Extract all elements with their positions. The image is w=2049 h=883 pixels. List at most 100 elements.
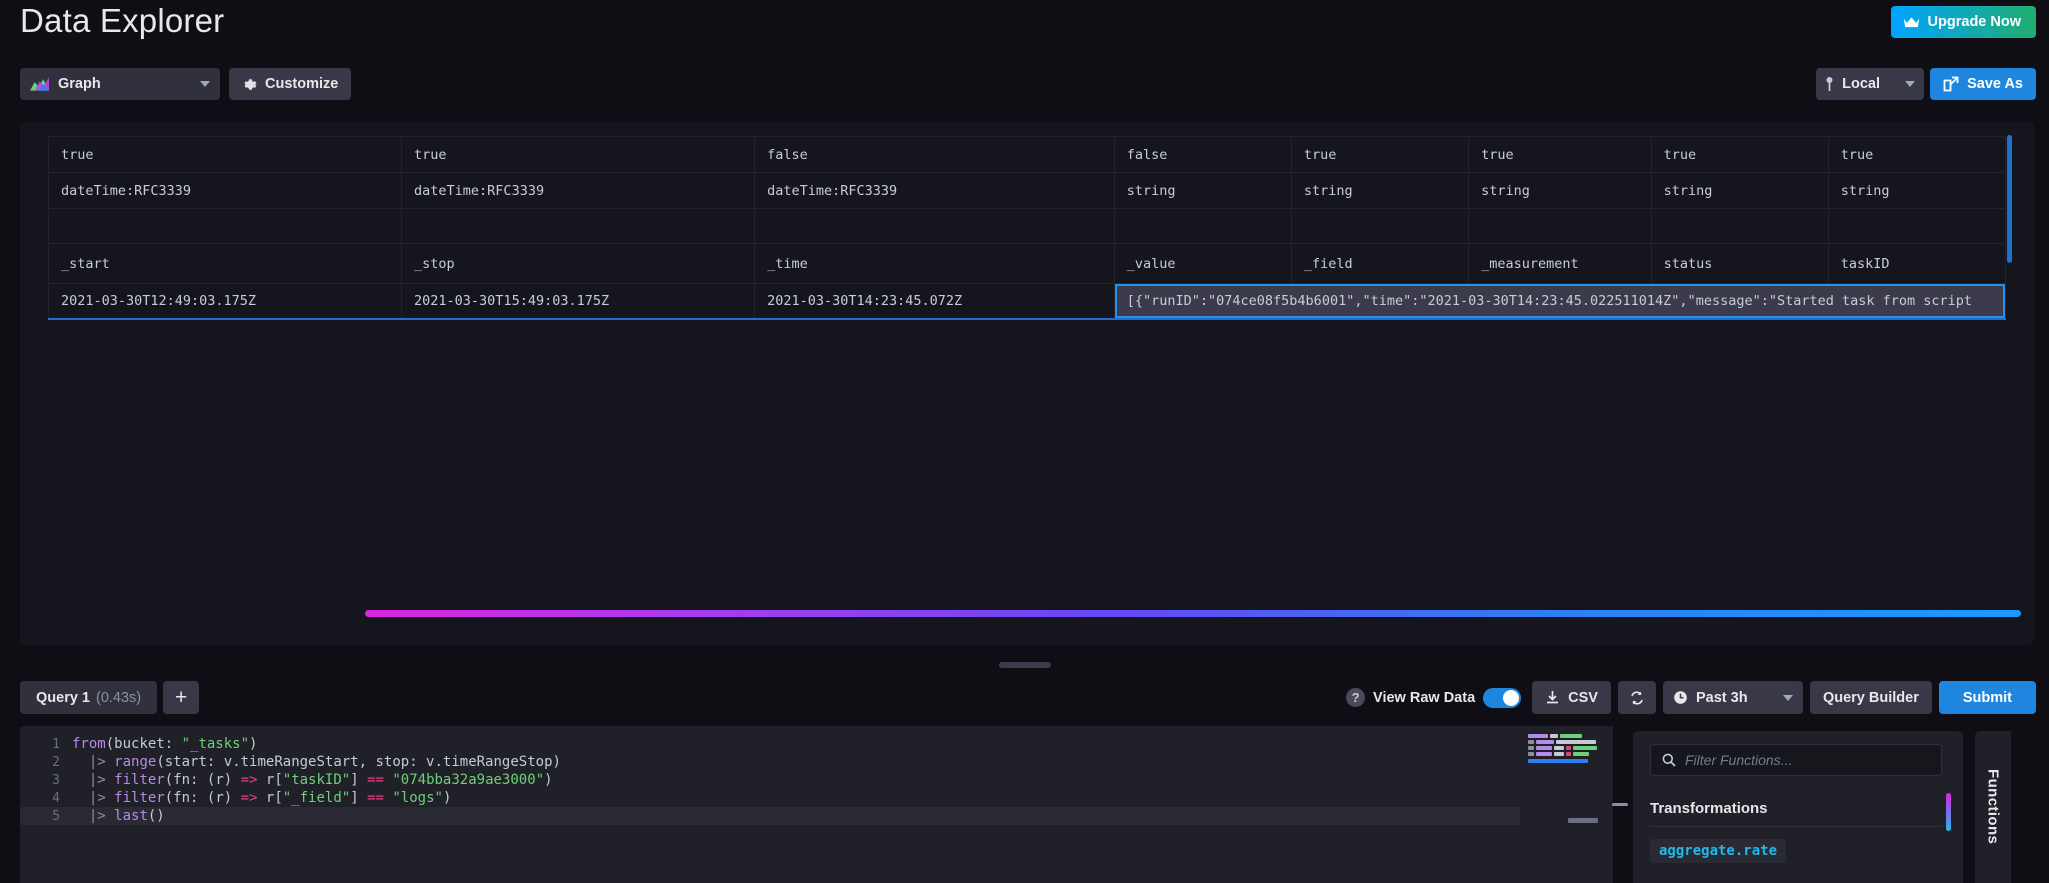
table-vertical-scrollbar[interactable] <box>2007 135 2012 263</box>
table-column-header: _field <box>1291 244 1468 284</box>
editor-code-lines: 1 from(bucket: "_tasks") 2 |> range(star… <box>20 735 1520 825</box>
table-cell: 2021-03-30T12:49:03.175Z <box>49 284 402 319</box>
code-text: |> filter(fn: (r) => r["taskID"] == "074… <box>72 772 553 788</box>
raw-data-table: true true false false true true true tru… <box>48 136 2006 320</box>
chevron-down-icon <box>1905 81 1915 87</box>
pin-icon <box>1825 77 1834 92</box>
view-raw-data-toggle[interactable] <box>1483 688 1521 708</box>
functions-scrollbar[interactable] <box>1946 793 1951 831</box>
table-cell: 2021-03-30T14:23:45.072Z <box>755 284 1115 319</box>
code-text: |> last() <box>72 808 165 824</box>
table-cell <box>49 209 402 244</box>
customize-label: Customize <box>265 76 338 92</box>
visualization-type-dropdown[interactable]: Graph <box>20 68 220 100</box>
panel-resize-handle[interactable] <box>999 662 1051 668</box>
query-builder-label: Query Builder <box>1823 690 1919 706</box>
line-number: 1 <box>20 737 72 752</box>
code-text: |> range(start: v.timeRangeStart, stop: … <box>72 754 561 770</box>
table-cell: true <box>1828 137 2005 173</box>
query-tab-list: Query 1 (0.43s) + <box>20 681 199 714</box>
gear-icon <box>242 77 257 92</box>
graph-icon <box>30 77 49 92</box>
query-tab-name: Query 1 <box>36 690 90 706</box>
filter-functions-field[interactable] <box>1650 744 1942 776</box>
table-cell: string <box>1651 173 1828 209</box>
refresh-icon <box>1629 690 1645 706</box>
line-number: 3 <box>20 773 72 788</box>
line-number: 4 <box>20 791 72 806</box>
upgrade-now-button[interactable]: Upgrade Now <box>1891 6 2036 38</box>
function-item-aggregate-rate[interactable]: aggregate.rate <box>1650 839 1786 863</box>
table-cell: false <box>755 137 1115 173</box>
table-cell: true <box>1651 137 1828 173</box>
add-query-button[interactable]: + <box>163 681 199 714</box>
line-number: 5 <box>20 809 72 824</box>
functions-panel: Transformations aggregate.rate <box>1633 731 1963 883</box>
collapse-panel-button[interactable] <box>1612 803 1628 806</box>
view-raw-data-toggle-group[interactable]: ? View Raw Data <box>1346 688 1521 708</box>
code-line-1[interactable]: 1 from(bucket: "_tasks") <box>20 735 1520 753</box>
table-row-datatype: dateTime:RFC3339 dateTime:RFC3339 dateTi… <box>49 173 2006 209</box>
table-cell-value-selected[interactable]: [{"runID":"074ce08f5b4b6001","time":"202… <box>1114 284 2005 319</box>
table-horizontal-scrollbar[interactable] <box>365 610 2021 617</box>
table-cell <box>1469 209 1652 244</box>
table-cell <box>1291 209 1468 244</box>
clock-icon <box>1673 690 1688 705</box>
time-range-label: Past 3h <box>1696 690 1775 706</box>
table-cell <box>755 209 1115 244</box>
query-tab-1[interactable]: Query 1 (0.43s) <box>20 681 157 714</box>
table-column-header: _measurement <box>1469 244 1652 284</box>
table-cell: string <box>1828 173 2005 209</box>
filter-functions-input[interactable] <box>1685 752 1930 768</box>
functions-category-header: Transformations <box>1650 791 1942 827</box>
table-header-row: _start _stop _time _value _field _measur… <box>49 244 2006 284</box>
table-cell: string <box>1469 173 1652 209</box>
download-icon <box>1545 690 1560 705</box>
code-line-2[interactable]: 2 |> range(start: v.timeRangeStart, stop… <box>20 753 1520 771</box>
table-cell <box>1114 209 1291 244</box>
table-row-default <box>49 209 2006 244</box>
flux-script-editor[interactable]: 1 from(bucket: "_tasks") 2 |> range(star… <box>20 726 1520 883</box>
csv-download-button[interactable]: CSV <box>1532 681 1611 714</box>
refresh-button[interactable] <box>1618 681 1656 714</box>
table-cell: true <box>1291 137 1468 173</box>
code-line-4[interactable]: 4 |> filter(fn: (r) => r["_field"] == "l… <box>20 789 1520 807</box>
table-column-header: taskID <box>1828 244 2005 284</box>
functions-tab[interactable]: Functions <box>1975 731 2011 883</box>
table-column-header: _time <box>755 244 1115 284</box>
table-cell <box>1651 209 1828 244</box>
raw-data-panel: true true false false true true true tru… <box>20 122 2034 645</box>
save-as-label: Save As <box>1967 76 2023 92</box>
table-cell: 2021-03-30T15:49:03.175Z <box>402 284 755 319</box>
minimap-viewport[interactable] <box>1568 818 1598 823</box>
table-cell: dateTime:RFC3339 <box>49 173 402 209</box>
crown-icon <box>1903 16 1920 29</box>
table-cell <box>1828 209 2005 244</box>
time-range-dropdown[interactable]: Past 3h <box>1663 681 1803 714</box>
customize-button[interactable]: Customize <box>229 68 351 100</box>
code-text: |> filter(fn: (r) => r["_field"] == "log… <box>72 790 451 806</box>
chevron-down-icon <box>200 81 210 87</box>
query-bar: Query 1 (0.43s) + ? View Raw Data CSV <box>0 678 2049 720</box>
line-number: 2 <box>20 755 72 770</box>
page-title: Data Explorer <box>20 2 224 40</box>
query-actions: ? View Raw Data CSV <box>1346 681 2036 714</box>
table-row: 2021-03-30T12:49:03.175Z 2021-03-30T15:4… <box>49 284 2006 319</box>
query-tab-duration: (0.43s) <box>96 690 141 706</box>
code-line-3[interactable]: 3 |> filter(fn: (r) => r["taskID"] == "0… <box>20 771 1520 789</box>
data-explorer-page: Data Explorer Upgrade Now Graph Customiz… <box>0 0 2049 883</box>
table-cell: true <box>1469 137 1652 173</box>
table-cell: dateTime:RFC3339 <box>402 173 755 209</box>
table-column-header: _start <box>49 244 402 284</box>
save-as-button[interactable]: Save As <box>1930 68 2036 100</box>
search-icon <box>1662 753 1676 767</box>
save-toolbar: Local Save As <box>1816 68 2036 100</box>
visualization-type-label: Graph <box>58 76 191 92</box>
table-column-header: _stop <box>402 244 755 284</box>
query-builder-button[interactable]: Query Builder <box>1810 681 1932 714</box>
submit-button[interactable]: Submit <box>1939 681 2036 714</box>
code-line-5[interactable]: 5 |> last() <box>20 807 1520 825</box>
table-column-header: status <box>1651 244 1828 284</box>
editor-minimap[interactable] <box>1520 726 1613 883</box>
scope-dropdown[interactable]: Local <box>1816 68 1924 100</box>
